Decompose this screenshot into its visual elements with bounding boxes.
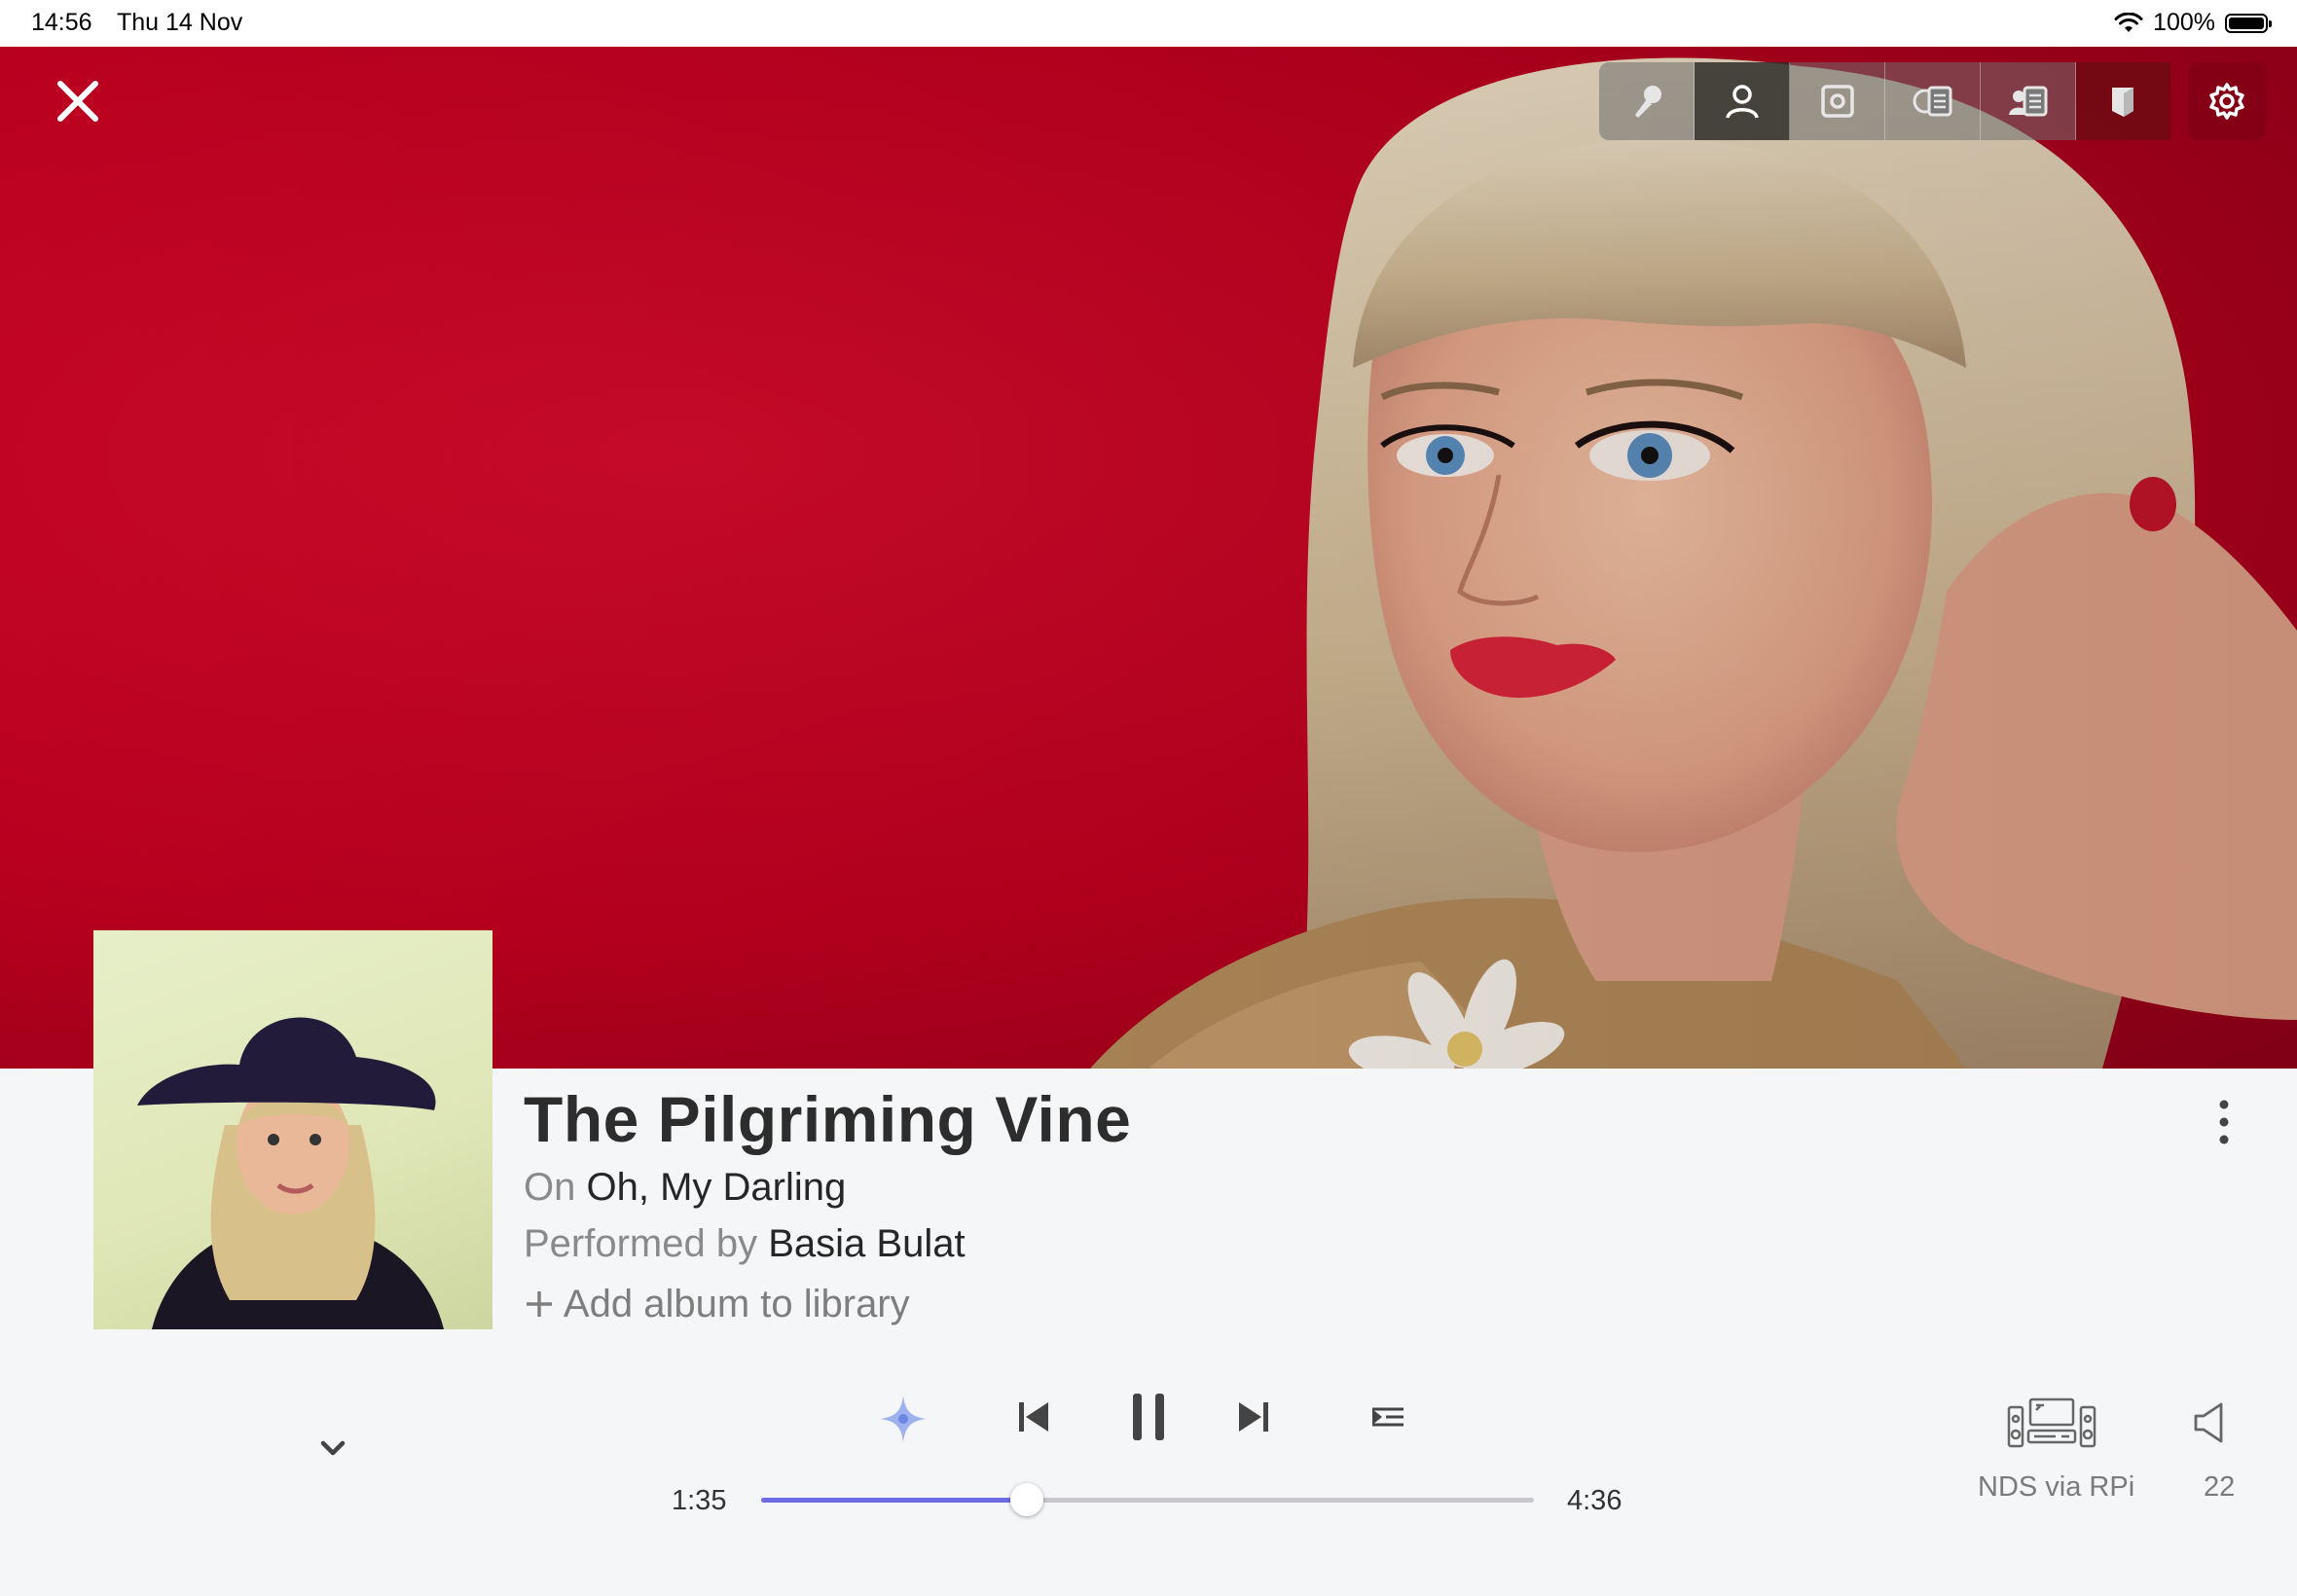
- close-button[interactable]: [51, 74, 105, 128]
- volume-level: 22: [2204, 1471, 2236, 1503]
- pause-icon: [1133, 1394, 1164, 1440]
- artist-photo: [0, 47, 2297, 1069]
- autoplay-button[interactable]: [874, 1390, 932, 1448]
- collapse-player-button[interactable]: [315, 1431, 350, 1466]
- progress-fill: [761, 1498, 1028, 1503]
- status-bar: 14:56 Thu 14 Nov 100%: [0, 0, 2297, 47]
- artist-prefix: Performed by: [524, 1222, 758, 1265]
- album-icon: [1820, 85, 1854, 118]
- stereo-system-icon: [2007, 1397, 2096, 1448]
- elapsed-time: 1:35: [672, 1485, 727, 1516]
- album-line: On Oh, My Darling: [524, 1166, 846, 1210]
- microphone-icon: [1634, 86, 1661, 118]
- queue-button[interactable]: [1363, 1392, 1413, 1442]
- album-art[interactable]: [93, 930, 492, 1329]
- volume-button[interactable]: [2186, 1396, 2233, 1450]
- chevron-down-icon: [320, 1440, 346, 1456]
- output-device-name: NDS via RPi: [1978, 1471, 2135, 1503]
- album-prefix: On: [524, 1166, 576, 1209]
- artist-icon: [1725, 85, 1759, 119]
- pause-button[interactable]: [1117, 1386, 1180, 1448]
- status-time: 14:56: [31, 9, 92, 36]
- add-album-label: Add album to library: [563, 1283, 910, 1325]
- next-button[interactable]: [1228, 1392, 1279, 1442]
- status-date: Thu 14 Nov: [117, 9, 243, 36]
- album-link[interactable]: Oh, My Darling: [586, 1166, 846, 1209]
- view-toolbar: [1599, 62, 2170, 140]
- battery-percent: 100%: [2153, 9, 2215, 36]
- sparkle-icon: [880, 1396, 927, 1442]
- book-icon: [2111, 88, 2133, 117]
- artist-info-icon: [2008, 86, 2047, 117]
- artist-link[interactable]: Basia Bulat: [768, 1222, 965, 1265]
- toolbar-lyrics-button[interactable]: [1599, 62, 1695, 140]
- output-device-button[interactable]: [2005, 1392, 2098, 1454]
- progress-thumb[interactable]: [1010, 1483, 1044, 1516]
- settings-button[interactable]: [2188, 62, 2266, 140]
- album-info-icon: [1913, 86, 1951, 117]
- previous-button[interactable]: [1008, 1392, 1059, 1442]
- close-icon: [57, 81, 98, 122]
- total-duration: 4:36: [1567, 1485, 1622, 1516]
- wifi-icon: [2114, 12, 2143, 32]
- progress-slider[interactable]: [761, 1483, 1534, 1516]
- artist-line: Performed by Basia Bulat: [524, 1222, 966, 1266]
- plus-icon: [527, 1291, 552, 1317]
- toolbar-artist-info-button[interactable]: [1981, 62, 2076, 140]
- status-right: 100%: [2114, 9, 2272, 37]
- artist-image-banner: [0, 47, 2297, 1069]
- track-title: The Pilgriming Vine: [524, 1083, 1132, 1155]
- queue-icon: [1372, 1407, 1404, 1427]
- skip-previous-icon: [1019, 1402, 1048, 1432]
- gear-icon: [2209, 83, 2244, 120]
- battery-icon: [2225, 13, 2272, 33]
- toolbar-album-button[interactable]: [1790, 62, 1885, 140]
- toolbar-artist-button[interactable]: [1695, 62, 1790, 140]
- toolbar-book-button[interactable]: [2076, 62, 2170, 140]
- more-options-button[interactable]: [2209, 1098, 2239, 1146]
- skip-next-icon: [1239, 1402, 1268, 1432]
- speaker-icon: [2194, 1402, 2223, 1443]
- album-cover-image: [137, 1017, 444, 1329]
- more-vertical-icon: [2219, 1100, 2229, 1144]
- add-album-to-library-button[interactable]: Add album to library: [524, 1283, 910, 1326]
- toolbar-album-info-button[interactable]: [1885, 62, 1981, 140]
